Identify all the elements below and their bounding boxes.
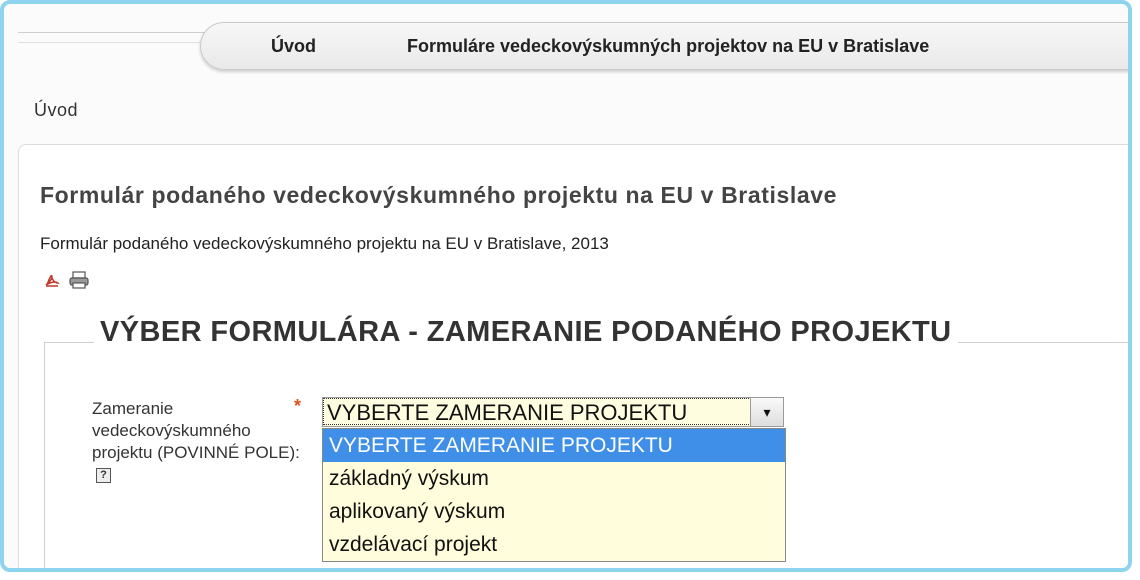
nav-home-link[interactable]: Úvod bbox=[271, 36, 316, 57]
chevron-down-icon[interactable]: ▾ bbox=[750, 398, 783, 426]
required-marker: * bbox=[294, 396, 302, 416]
fieldset-legend: VÝBER FORMULÁRA - ZAMERANIE PODANÉHO PRO… bbox=[94, 316, 958, 349]
divider bbox=[18, 42, 208, 43]
divider bbox=[18, 32, 208, 33]
field-label: Zameranie vedeckovýskumného projektu (PO… bbox=[92, 398, 307, 486]
page-subtitle: Formulár podaného vedeckovýskumného proj… bbox=[40, 234, 609, 253]
focus-select[interactable]: VYBERTE ZAMERANIE PROJEKTU ▾ bbox=[322, 397, 784, 427]
help-icon[interactable]: ? bbox=[96, 468, 111, 484]
select-options-list: VYBERTE ZAMERANIE PROJEKTU základný výsk… bbox=[322, 428, 786, 562]
field-label-text: Zameranie vedeckovýskumného projektu (PO… bbox=[92, 399, 300, 462]
print-icon[interactable] bbox=[68, 270, 90, 290]
top-navigation: Úvod Formuláre vedeckovýskumných projekt… bbox=[200, 22, 1128, 70]
select-option[interactable]: vzdelávací projekt bbox=[323, 528, 785, 561]
page-title: Formulár podaného vedeckovýskumného proj… bbox=[40, 182, 838, 208]
select-option[interactable]: aplikovaný výskum bbox=[323, 495, 785, 528]
select-option[interactable]: VYBERTE ZAMERANIE PROJEKTU bbox=[323, 429, 785, 462]
select-option[interactable]: základný výskum bbox=[323, 462, 785, 495]
pdf-icon[interactable] bbox=[42, 270, 62, 290]
nav-forms-link[interactable]: Formuláre vedeckovýskumných projektov na… bbox=[407, 36, 929, 57]
window-frame: Úvod Formuláre vedeckovýskumných projekt… bbox=[0, 0, 1132, 572]
document-actions bbox=[42, 270, 90, 290]
select-current-value: VYBERTE ZAMERANIE PROJEKTU bbox=[327, 400, 688, 425]
breadcrumb[interactable]: Úvod bbox=[34, 100, 78, 121]
